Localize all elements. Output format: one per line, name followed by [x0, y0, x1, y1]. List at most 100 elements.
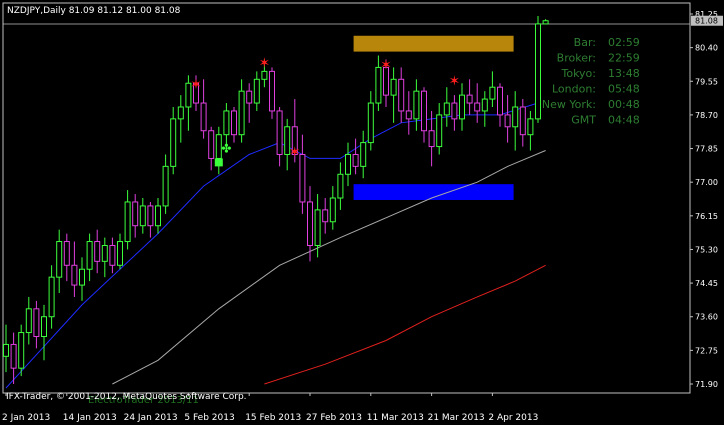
candle	[41, 304, 47, 361]
signal-star-icon: ✶	[259, 55, 271, 71]
x-tick-label: 21 Mar 2013	[428, 413, 485, 423]
candle-body	[177, 106, 184, 120]
candle	[177, 95, 184, 143]
candle	[253, 71, 260, 111]
candle-body	[352, 153, 359, 167]
candle	[71, 241, 78, 297]
candle-body	[474, 102, 481, 112]
candle-body	[101, 244, 108, 262]
candle-body	[139, 205, 146, 227]
candle-body	[48, 276, 55, 318]
session-info-panel: Bar: 02:59 Broker: 22:59 Tokyo: 13:48 London: 0…	[542, 36, 640, 127]
x-tick-label: 27 Feb 2013	[306, 413, 362, 423]
signal-star-icon: ✶	[190, 77, 202, 93]
candle	[132, 194, 139, 238]
candle-body	[299, 153, 306, 203]
candle	[497, 83, 503, 127]
candle	[329, 186, 336, 230]
candle-body	[71, 264, 78, 286]
candle-body	[276, 110, 283, 155]
info-value: 22:59	[608, 52, 640, 65]
candle-body	[443, 102, 450, 116]
candle-body	[18, 332, 25, 369]
price-chart[interactable]: ✶✶✶✶✶✤ 81.2580.4079.5578.7077.8577.0076.…	[0, 0, 724, 425]
candle	[170, 106, 177, 175]
candle-body	[162, 165, 169, 207]
candle-body	[459, 94, 465, 120]
candle-body	[421, 90, 427, 132]
candle	[307, 186, 313, 262]
info-label: London:	[552, 83, 596, 96]
candle-body	[223, 110, 230, 136]
candle-body	[451, 102, 458, 120]
candle-body	[147, 205, 154, 227]
candle-body	[86, 241, 93, 270]
chart-window: ✶ ✶ ✶ ✶ ✶ ✤ 81.25 80.40 79.55 78.70 77.85 77.00 76.…	[0, 0, 724, 425]
candle-body	[132, 201, 139, 227]
candle-body	[398, 78, 405, 112]
candle	[527, 110, 534, 151]
candle	[337, 162, 344, 210]
candle	[155, 198, 161, 234]
candle	[413, 79, 420, 131]
candle	[18, 324, 25, 377]
candle-body	[314, 209, 321, 246]
y-tick-label: 77.00	[695, 178, 718, 187]
candle-body	[390, 78, 397, 96]
candle-body	[63, 241, 70, 266]
y-tick-label: 74.45	[695, 279, 718, 288]
info-value: 00:48	[608, 98, 640, 111]
candle	[451, 95, 458, 131]
candle-body	[322, 209, 329, 223]
candle	[398, 67, 405, 123]
info-label: Tokyo:	[560, 67, 596, 80]
candle	[56, 229, 63, 293]
candle-body	[345, 153, 351, 175]
candle	[139, 198, 146, 234]
info-label: Broker:	[557, 52, 596, 65]
y-tick-label: 79.55	[695, 77, 718, 86]
current-price-label: 81.08	[695, 17, 718, 26]
y-tick-label: 76.15	[695, 212, 718, 221]
candle	[94, 229, 101, 274]
candle	[238, 79, 245, 143]
candle	[48, 265, 55, 329]
candle	[421, 87, 427, 143]
candle	[25, 296, 32, 345]
candle-body	[3, 343, 9, 357]
info-label: Bar:	[574, 36, 596, 49]
signal-cross-icon: ✤	[221, 142, 231, 156]
candle	[231, 106, 237, 143]
candle	[474, 83, 481, 123]
candle	[147, 201, 154, 238]
candle-body	[33, 308, 40, 338]
candle-body	[413, 90, 420, 120]
copyright-text: IFX-Trader, © 2001-2012, MetaQuotes Soft…	[6, 392, 247, 402]
candle	[33, 300, 40, 349]
y-tick-label: 77.85	[695, 145, 718, 154]
x-tick-label: 2 Apr 2013	[488, 413, 538, 423]
candle-body	[428, 130, 435, 148]
candle	[276, 106, 283, 167]
moving-average-slow	[264, 264, 546, 385]
x-tick-label: 2 Jan 2013	[2, 413, 50, 423]
candle	[269, 67, 275, 119]
candle-body	[535, 23, 541, 120]
candle	[481, 91, 488, 127]
candle	[246, 83, 253, 123]
signal-star-icon: ✶	[380, 57, 392, 73]
candle-body	[253, 78, 260, 104]
y-tick-label: 73.60	[695, 313, 718, 322]
info-value: 13:48	[608, 67, 640, 80]
signal-star-icon: ✶	[449, 73, 461, 89]
candle-body	[10, 343, 17, 369]
candle	[345, 142, 351, 187]
candle	[535, 15, 541, 123]
candle	[360, 130, 367, 179]
candle	[162, 154, 169, 214]
candle-body	[117, 241, 123, 266]
signal-star-icon: ✶	[289, 145, 301, 161]
candle-body	[519, 106, 526, 136]
candle-body	[337, 173, 344, 199]
candle	[101, 237, 108, 278]
